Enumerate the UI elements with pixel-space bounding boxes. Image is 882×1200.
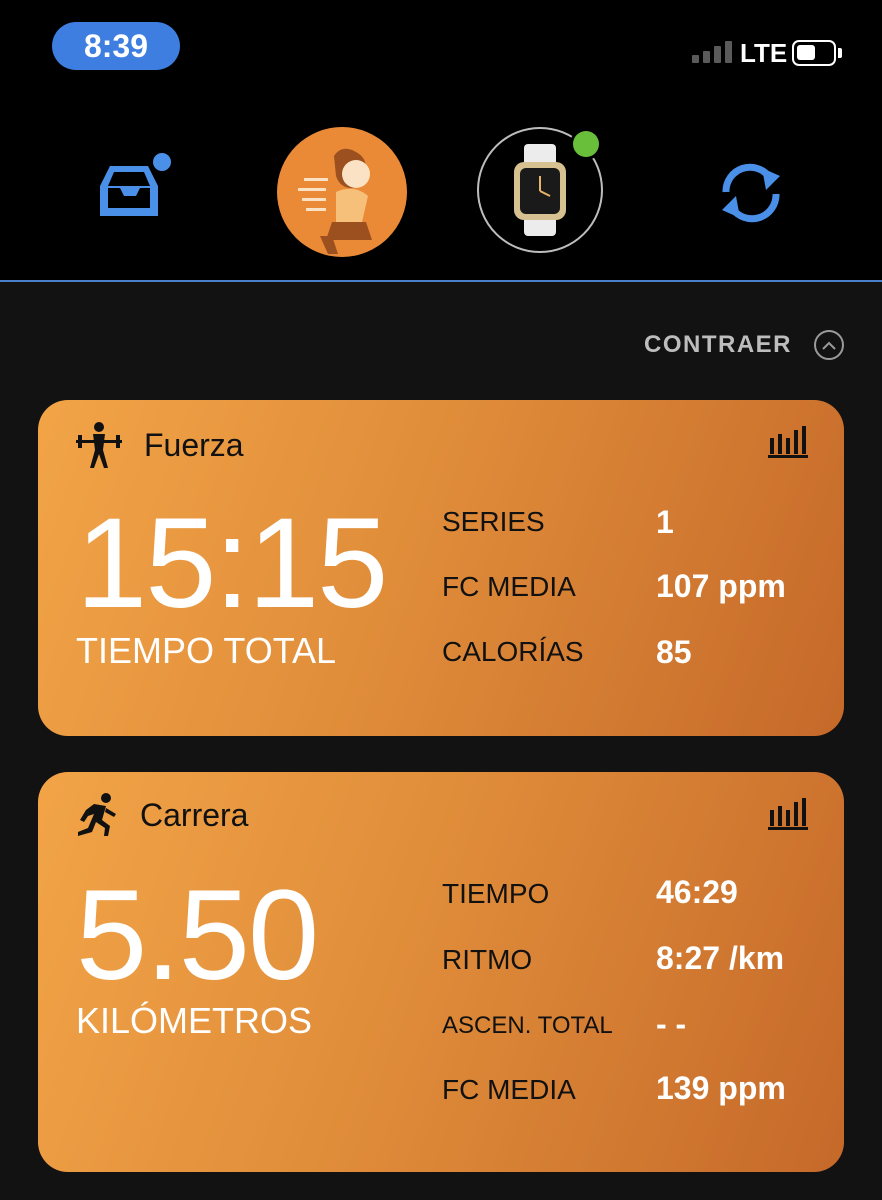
primary-value: 5.50 — [76, 864, 319, 1007]
nav-divider — [0, 280, 882, 282]
stat-value: 139 ppm — [656, 1070, 786, 1106]
activity-title: Carrera — [140, 796, 249, 833]
chevron-up-icon — [814, 330, 844, 360]
chart-button[interactable] — [768, 796, 808, 835]
inbox-tray-icon — [100, 150, 174, 216]
collapse-label: CONTRAER — [644, 331, 792, 358]
activity-card-running[interactable]: Carrera 5.50 KILÓMETROS TIEMPO 46:29 RIT… — [38, 772, 844, 1172]
stat-label: TIEMPO — [442, 878, 550, 909]
top-navigation-bar: 8:39 LTE — [0, 0, 882, 280]
battery-tip — [838, 48, 842, 58]
bar-chart-icon — [768, 426, 808, 458]
device-watch-button[interactable] — [476, 126, 608, 263]
stat-value: 8:27 /km — [656, 940, 785, 976]
cellular-signal-icon — [692, 41, 732, 63]
stat-value: 85 — [656, 634, 692, 670]
running-icon — [78, 793, 116, 836]
weightlifting-icon — [76, 422, 122, 468]
sync-button[interactable] — [716, 160, 786, 231]
bar-chart-icon — [768, 798, 808, 830]
activity-header: Fuerza — [74, 420, 244, 470]
stat-label: RITMO — [442, 944, 533, 975]
stat-label: CALORÍAS — [442, 636, 584, 667]
stat-label: FC MEDIA — [442, 1074, 576, 1105]
inbox-button[interactable] — [96, 148, 176, 229]
status-time: 8:39 — [52, 22, 180, 70]
network-type: LTE — [740, 38, 788, 68]
primary-value: 15:15 — [76, 492, 388, 635]
stat-label: SERIES — [442, 506, 545, 537]
activity-card-strength[interactable]: Fuerza 15:15 TIEMPO TOTAL SERIES 1 FC ME… — [38, 400, 844, 736]
stat-value: 46:29 — [656, 874, 738, 910]
stat-label: ASCEN. TOTAL — [442, 1012, 613, 1039]
stat-value: 1 — [656, 504, 674, 540]
activity-header: Carrera — [74, 792, 248, 838]
smartwatch-icon — [477, 127, 603, 253]
battery-icon — [792, 40, 836, 66]
primary-label: KILÓMETROS — [76, 1000, 313, 1041]
collapse-button[interactable]: CONTRAER — [644, 330, 844, 360]
stat-label: FC MEDIA — [442, 571, 576, 602]
activity-title: Fuerza — [144, 426, 244, 463]
profile-avatar-button[interactable] — [276, 126, 408, 263]
chart-button[interactable] — [768, 424, 808, 463]
runner-avatar-icon — [277, 127, 407, 257]
primary-label: TIEMPO TOTAL — [76, 630, 337, 671]
stat-value: - - — [656, 1006, 687, 1042]
sync-icon — [722, 163, 780, 223]
stat-value: 107 ppm — [656, 568, 786, 604]
